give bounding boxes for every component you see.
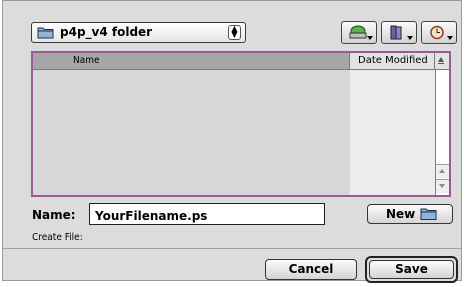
save-button[interactable]: Save [369,260,454,279]
folder-popup-menu[interactable]: p4p_v4 folder ▲ ▼ [31,22,246,43]
disk-icon [349,25,367,39]
sort-direction-icon[interactable] [435,53,449,70]
date-modified-column [350,70,435,195]
name-label: Name: [32,208,76,222]
divider [3,248,461,249]
new-folder-button[interactable]: New [367,204,453,224]
folder-icon [420,208,437,220]
file-browser: Name Date Modified [31,51,451,197]
vertical-scrollbar[interactable] [435,70,449,195]
books-icon [390,25,402,40]
save-button-default-ring: Save [365,256,458,283]
favorites-button[interactable] [381,21,417,44]
column-header-date-modified[interactable]: Date Modified [350,53,435,70]
file-list[interactable] [33,70,350,195]
cancel-button[interactable]: Cancel [265,259,357,280]
popup-arrows-icon: ▲ ▼ [228,25,241,40]
disk-button[interactable] [341,21,377,44]
dropdown-arrow-icon [367,36,373,40]
new-folder-label: New [386,207,416,221]
folder-popup-label: p4p_v4 folder [60,25,153,39]
clock-icon [430,25,444,40]
column-header-name[interactable]: Name [33,53,350,70]
create-file-label: Create File: [32,232,83,243]
filename-input[interactable] [89,203,325,225]
recent-button[interactable] [421,21,457,44]
dropdown-arrow-icon [447,36,453,40]
folder-icon [37,27,54,39]
scroll-down-arrow-icon[interactable] [436,179,449,193]
scroll-up-arrow-icon[interactable] [436,164,449,178]
save-dialog: p4p_v4 folder ▲ ▼ Name Date Modified Nam… [2,0,462,283]
dropdown-arrow-icon [407,36,413,40]
